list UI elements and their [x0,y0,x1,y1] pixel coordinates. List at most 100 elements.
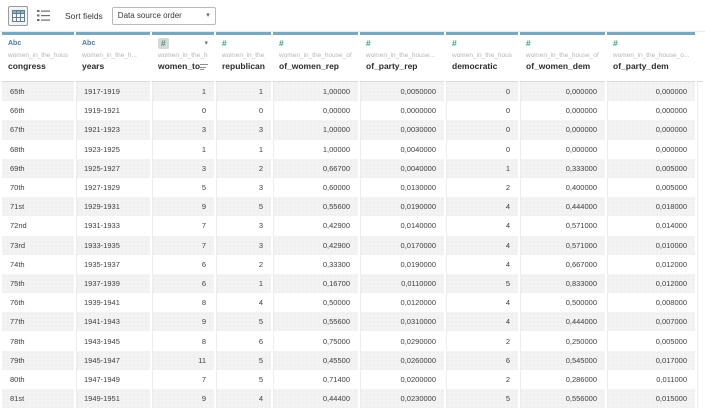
cell-of_party_dem: 0,000000 [607,82,695,101]
cell-years: 1931-1933 [76,216,150,235]
cell-years: 1927-1929 [76,178,150,197]
cell-congress: 76th [2,293,74,312]
cell-democratic: 4 [446,216,518,235]
cell-republican: 3 [216,120,271,139]
table-row: 76th1939-1941840,500000,012000040,500000… [2,293,703,312]
cell-congress: 75th [2,274,74,293]
cell-congress: 81st [2,389,74,408]
table-row: 79th1945-19471150,455000,026000060,54500… [2,351,703,370]
column-header-of_party_dem[interactable]: #women_in_the_house_o...of_party_dem [607,32,695,82]
cell-of_women_dem: 0,250000 [520,331,605,350]
cell-of_women_rep: 1,00000 [273,120,358,139]
cell-republican: 5 [216,312,271,331]
cell-years: 1949-1951 [76,389,150,408]
cell-women_total: 9 [152,389,214,408]
field-source-label: women_in_the_house_of_... [279,52,352,59]
cell-years: 1921-1923 [76,120,150,139]
table-body: 65th1917-1919111,000000,005000000,000000… [2,82,703,408]
cell-of_party_rep: 0,0290000 [360,331,444,350]
column-header-of_women_rep[interactable]: #women_in_the_house_of_...of_women_rep [273,32,358,82]
cell-of_party_rep: 0,0110000 [360,274,444,293]
column-header-women_total[interactable]: #▾women_in_the_house_...women_total [152,32,214,82]
cell-years: 1935-1937 [76,255,150,274]
grid-view-icon [12,10,25,22]
string-type-icon: Abc [82,40,95,47]
cell-republican: 1 [216,140,271,159]
sort-icon[interactable] [200,62,208,71]
empty-cell [697,236,703,255]
cell-republican: 3 [216,216,271,235]
cell-women_total: 1 [152,82,214,101]
cell-of_women_dem: 0,444000 [520,197,605,216]
number-type-icon: # [452,39,457,48]
column-header-of_women_dem[interactable]: #women_in_the_house_of_r...of_women_dem [520,32,605,82]
cell-of_women_dem: 0,556000 [520,389,605,408]
cell-of_party_rep: 0,0230000 [360,389,444,408]
table-row: 73rd1933-1935730,429000,017000040,571000… [2,236,703,255]
field-name-label: republican [222,61,265,71]
field-name-label: congress [8,61,46,71]
cell-women_total: 0 [152,101,214,120]
empty-cell [697,178,703,197]
field-source-label: women_in_the_house... [366,52,438,59]
cell-of_party_rep: 0,0310000 [360,312,444,331]
cell-of_party_dem: 0,012000 [607,274,695,293]
cell-of_women_rep: 0,42900 [273,236,358,255]
column-header-years[interactable]: Abcwomen_in_the_h...years [76,32,150,82]
cell-republican: 2 [216,255,271,274]
cell-of_party_dem: 0,011000 [607,370,695,389]
field-name-label: of_party_dem [613,61,669,71]
cell-of_party_dem: 0,000000 [607,101,695,120]
cell-of_party_dem: 0,000000 [607,120,695,139]
list-view-button[interactable] [33,6,53,26]
cell-of_women_dem: 0,000000 [520,101,605,120]
cell-congress: 78th [2,331,74,350]
table-row: 68th1923-1925111,000000,004000000,000000… [2,140,703,159]
cell-democratic: 2 [446,331,518,350]
cell-democratic: 2 [446,370,518,389]
cell-of_party_dem: 0,000000 [607,140,695,159]
cell-women_total: 5 [152,178,214,197]
cell-women_total: 6 [152,274,214,293]
column-header-congress[interactable]: Abcwomen_in_the_house...congress [2,32,74,82]
column-header-of_party_rep[interactable]: #women_in_the_house...of_party_rep [360,32,444,82]
column-header-republican[interactable]: #women_in_the_hou...republican [216,32,271,82]
cell-of_women_dem: 0,545000 [520,351,605,370]
cell-republican: 5 [216,351,271,370]
cell-congress: 67th [2,120,74,139]
column-header-democratic[interactable]: # women_in_the_hous... democratic [446,32,518,82]
cell-of_party_dem: 0,010000 [607,236,695,255]
cell-of_women_rep: 0,60000 [273,178,358,197]
cell-women_total: 6 [152,255,214,274]
table-row: 78th1943-1945860,750000,029000020,250000… [2,331,703,350]
grid-view-button[interactable] [8,6,28,26]
empty-cell [697,216,703,235]
cell-of_party_dem: 0,012000 [607,255,695,274]
cell-of_party_dem: 0,005000 [607,331,695,350]
cell-republican: 5 [216,370,271,389]
empty-cell [697,389,703,408]
table-row: 71st1929-1931950,556000,019000040,444000… [2,197,703,216]
field-source-label: women_in_the_hous... [452,52,512,59]
field-name-label: of_party_rep [366,61,418,71]
string-type-icon: Abc [8,40,21,47]
field-menu-caret-icon[interactable]: ▾ [204,40,208,47]
cell-democratic: 2 [446,178,518,197]
cell-of_women_dem: 0,833000 [520,274,605,293]
cell-of_women_dem: 0,000000 [520,140,605,159]
cell-republican: 6 [216,331,271,350]
sort-order-dropdown[interactable]: Data source order ▾ [112,7,216,25]
cell-years: 1943-1945 [76,331,150,350]
field-name-label: democratic [452,61,497,71]
cell-republican: 4 [216,389,271,408]
cell-years: 1917-1919 [76,82,150,101]
sort-fields-label: Sort fields [65,11,103,21]
cell-democratic: 0 [446,82,518,101]
empty-cell [697,351,703,370]
cell-of_women_rep: 0,16700 [273,274,358,293]
field-name-label: women_total [158,61,200,71]
cell-of_party_rep: 0,0190000 [360,255,444,274]
cell-women_total: 7 [152,236,214,255]
number-type-icon: # [613,39,618,48]
cell-of_party_rep: 0,0040000 [360,140,444,159]
